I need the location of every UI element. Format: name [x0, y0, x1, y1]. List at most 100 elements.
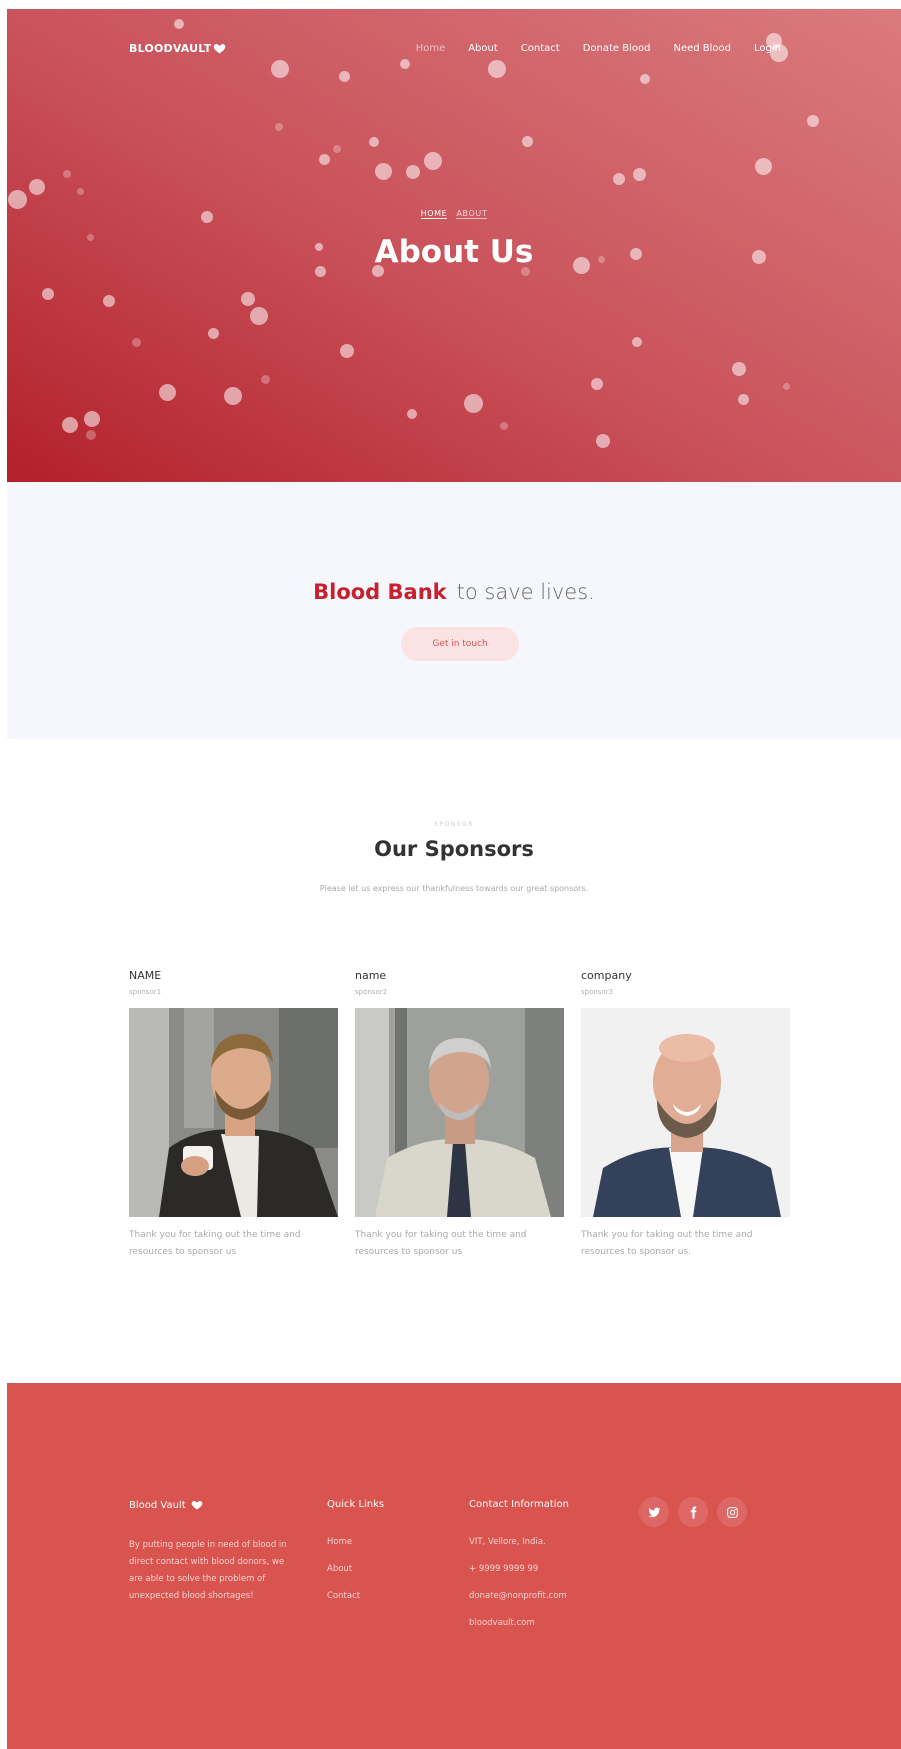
sponsor-name: company [581, 969, 632, 982]
top-nav: BLOODVAULT Home About Contact Donate Blo… [7, 9, 901, 89]
bubble [596, 434, 610, 448]
get-in-touch-button[interactable]: Get in touch [401, 627, 519, 661]
footer-about-text: By putting people in need of blood in di… [129, 1540, 287, 1601]
sponsor-card: company sponsor3 Thank you for taking ou… [581, 969, 790, 1261]
bubble [424, 152, 442, 170]
sponsor-card: NAME sponsor1 Thank you for taking out t… [129, 969, 338, 1261]
facebook-icon [690, 1506, 696, 1518]
sponsor-name: NAME [129, 969, 162, 982]
bubble [275, 123, 283, 131]
bubble [374, 162, 392, 180]
breadcrumb-current: ABOUT [456, 209, 488, 219]
bubble [84, 411, 100, 427]
nav-link-donate-blood[interactable]: Donate Blood [583, 43, 651, 54]
sponsor-name: name [355, 969, 387, 982]
section-subtitle: Please let us express our thankfulness t… [319, 884, 589, 893]
bubble [131, 337, 141, 347]
bubble [500, 422, 508, 430]
sponsor-photo [355, 1008, 564, 1217]
social-links [639, 1497, 747, 1527]
bubble [333, 145, 341, 153]
site-footer: Blood Vault By putting people in need of… [7, 1383, 901, 1749]
footer-website[interactable]: bloodvault.com [469, 1618, 569, 1645]
bubble [62, 417, 78, 433]
sponsors-section: SPONSOR Our Sponsors Please let us expre… [7, 739, 901, 1383]
bubble [807, 115, 819, 127]
sponsor-photo [581, 1008, 790, 1217]
footer-link-about[interactable]: About [327, 1564, 384, 1591]
nav-link-need-blood[interactable]: Need Blood [673, 43, 731, 54]
bubble [407, 409, 417, 419]
instagram-icon [726, 1506, 738, 1518]
facebook-button[interactable] [678, 1497, 708, 1527]
footer-contact-title: Contact Information [469, 1499, 569, 1510]
cta-headline-rest: to save lives. [456, 580, 595, 604]
bubble [250, 307, 268, 325]
footer-address: VIT, Vellore, India. [469, 1537, 546, 1547]
bubble [463, 393, 483, 413]
twitter-icon [647, 1507, 660, 1517]
footer-link-contact[interactable]: Contact [327, 1591, 384, 1618]
footer-link-home[interactable]: Home [327, 1537, 384, 1564]
bubble [224, 387, 242, 405]
page-title: About Us [374, 234, 534, 270]
bubble [86, 430, 96, 440]
bubble [406, 165, 420, 179]
bubble [737, 393, 749, 405]
bubble [158, 383, 176, 401]
sponsor-photo [129, 1008, 338, 1217]
bubble [241, 292, 255, 306]
sponsor-description: Thank you for taking out the time and re… [129, 1230, 301, 1257]
sponsor-handle: sponsor1 [129, 988, 162, 996]
footer-about-column: Blood Vault By putting people in need of… [129, 1499, 289, 1605]
section-title: Our Sponsors [374, 837, 534, 861]
sponsor-handle: sponsor3 [581, 988, 614, 996]
section-eyebrow: SPONSOR [434, 821, 474, 828]
cta-headline: Blood Bank to save lives. [7, 580, 901, 604]
instagram-button[interactable] [717, 1497, 747, 1527]
nav-link-login[interactable]: Login [754, 43, 781, 54]
bubble [260, 374, 270, 384]
bubble [369, 137, 379, 147]
heart-icon [191, 1501, 202, 1510]
bubble [76, 187, 84, 195]
footer-brand: Blood Vault [129, 1499, 289, 1511]
brand-name[interactable]: BLOODVAULT [129, 42, 211, 55]
nav-link-about[interactable]: About [468, 43, 498, 54]
bubble [632, 167, 646, 181]
sponsor-description: Thank you for taking out the time and re… [355, 1230, 527, 1257]
bubble [7, 189, 27, 209]
bubble [29, 179, 45, 195]
heart-icon [214, 44, 226, 54]
footer-contact-info: Contact Information VIT, Vellore, India.… [469, 1499, 569, 1645]
hero-banner: BLOODVAULT Home About Contact Donate Blo… [7, 9, 901, 482]
sponsor-card: name sponsor2 Thank you for taking out t… [355, 969, 564, 1261]
cta-headline-strong: Blood Bank [313, 580, 447, 604]
footer-quick-links-title: Quick Links [327, 1499, 385, 1510]
bubble [103, 295, 115, 307]
bubble [340, 344, 354, 358]
bubble [63, 170, 71, 178]
bubble [318, 153, 330, 165]
bubble [521, 135, 533, 147]
bubble [732, 362, 746, 376]
brand-logo[interactable]: BLOODVAULT [129, 42, 226, 55]
bubble [754, 157, 772, 175]
nav-links: Home About Contact Donate Blood Need Blo… [393, 43, 781, 54]
bubble [613, 173, 625, 185]
breadcrumb: HOME ABOUT [7, 209, 901, 219]
nav-link-contact[interactable]: Contact [521, 43, 560, 54]
footer-phone: + 9999 9999 99 [469, 1564, 539, 1574]
sponsor-description: Thank you for taking out the time and re… [581, 1230, 753, 1257]
twitter-button[interactable] [639, 1497, 669, 1527]
sponsor-handle: sponsor2 [355, 988, 388, 996]
bubble [591, 378, 603, 390]
footer-email[interactable]: donate@nonprofit.com [469, 1591, 569, 1618]
footer-quick-links: Quick Links Home About Contact [327, 1499, 384, 1618]
nav-link-home[interactable]: Home [416, 43, 446, 54]
bubble [42, 288, 54, 300]
breadcrumb-home[interactable]: HOME [420, 209, 448, 219]
bubble [207, 327, 219, 339]
cta-section: Blood Bank to save lives. Get in touch [7, 482, 901, 739]
bubble [632, 337, 642, 347]
